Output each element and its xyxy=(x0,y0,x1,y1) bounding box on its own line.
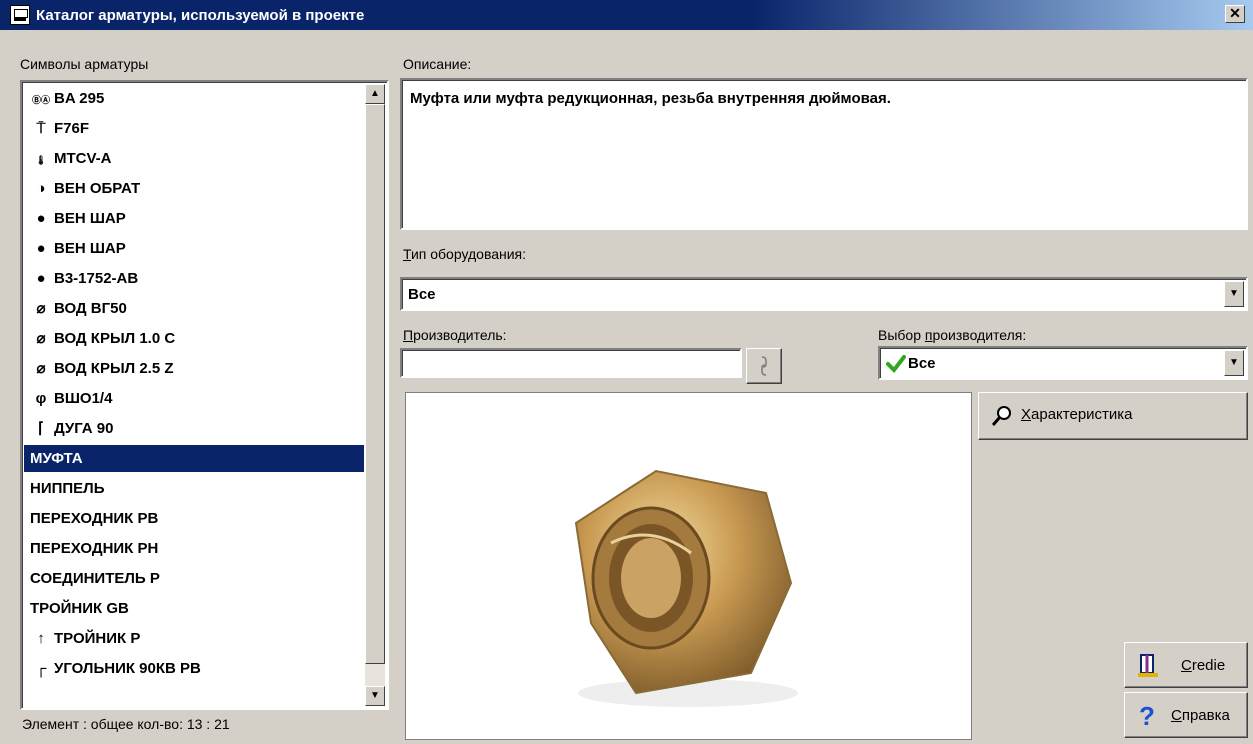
product-image xyxy=(405,392,972,740)
tee-icon: ↑ xyxy=(37,630,45,647)
list-item-label: ВЕН ШАР xyxy=(54,210,126,227)
credie-icon xyxy=(1138,654,1158,677)
help-button[interactable]: ? Справка xyxy=(1124,692,1248,738)
list-item-label: ВЕН ШАР xyxy=(54,240,126,257)
list-item[interactable]: СОЕДИНИТЕЛЬ Р xyxy=(24,565,364,592)
scroll-up-button[interactable]: ▲ xyxy=(365,84,385,104)
list-item[interactable]: 🌡 MTCV-A xyxy=(24,145,364,172)
symbols-label: Символы арматуры xyxy=(20,56,149,72)
title-bar[interactable]: Каталог арматуры, используемой в проекте… xyxy=(0,0,1253,30)
manufacturer-input[interactable] xyxy=(400,348,742,378)
fitting-icon: φ xyxy=(35,390,47,407)
list-item[interactable]: φ ВШО1/4 xyxy=(24,385,364,412)
list-item-label: ВОД КРЫЛ 1.0 С xyxy=(54,330,176,347)
list-item-label: ПЕРЕХОДНИК РВ xyxy=(30,510,159,527)
angle-icon: ┌ xyxy=(35,660,47,677)
list-item[interactable]: НИППЕЛЬ xyxy=(24,475,364,502)
ba-circle-icon: ⒷⒶ xyxy=(31,95,50,105)
valve-t-icon: ⍑ xyxy=(36,120,46,137)
chain-link-icon xyxy=(761,356,767,376)
list-item[interactable]: ↑ ТРОЙНИК Р xyxy=(24,625,364,652)
equipment-type-value: Все xyxy=(408,286,436,303)
list-item[interactable]: ПЕРЕХОДНИК РВ xyxy=(24,505,364,532)
magnifier-icon xyxy=(991,406,1011,426)
equipment-type-label: Тип оборудования: xyxy=(403,246,527,262)
list-item[interactable]: ● ВЕН ШАР xyxy=(24,235,364,262)
list-item[interactable]: ● ВЕН ШАР xyxy=(24,205,364,232)
list-item-label: ДУГА 90 xyxy=(54,420,114,437)
list-item-label: MTCV-A xyxy=(54,150,112,167)
check-valve-icon: ◑ xyxy=(36,180,46,197)
elbow-icon: ⌈ xyxy=(38,420,44,437)
list-item[interactable]: ● В3-1752-АВ xyxy=(24,265,364,292)
close-button[interactable]: ✕ xyxy=(1225,5,1245,23)
equipment-type-select[interactable]: Все ▼ xyxy=(400,277,1248,311)
manufacturer-choice-value: Все xyxy=(908,355,936,372)
help-label: Справка xyxy=(1171,707,1230,724)
list-item-label: В3-1752-АВ xyxy=(54,270,139,287)
list-item[interactable]: ⌀ ВОД ВГ50 xyxy=(24,295,364,322)
list-item[interactable]: ◑ ВЕН ОБРАТ xyxy=(24,175,364,202)
list-item[interactable]: ПЕРЕХОДНИК РН xyxy=(24,535,364,562)
description-field[interactable]: Муфта или муфта редукционная, резьба вну… xyxy=(400,78,1248,230)
window-title: Каталог арматуры, используемой в проекте xyxy=(36,7,365,24)
list-item[interactable]: ┌ УГОЛЬНИК 90КВ РВ xyxy=(24,655,364,682)
list-item-label: BA 295 xyxy=(54,90,105,107)
water-meter-icon: ⌀ xyxy=(36,360,46,377)
list-item-label: ТРОЙНИК Р xyxy=(54,630,141,647)
app-icon xyxy=(10,5,30,25)
help-icon: ? xyxy=(1139,701,1155,731)
manufacturer-choice-select[interactable]: Все ▼ xyxy=(878,346,1248,380)
scroll-down-button[interactable]: ▼ xyxy=(365,686,385,706)
ball-valve-icon: ● xyxy=(36,210,46,227)
characteristics-button[interactable]: Характеристика xyxy=(978,392,1248,440)
list-item-label: ВОД КРЫЛ 2.5 Z xyxy=(54,360,174,377)
list-scrollbar[interactable]: ▲ ▼ xyxy=(365,84,385,706)
list-item[interactable]: МУФТА xyxy=(24,445,364,472)
list-item-label: МУФТА xyxy=(30,450,83,467)
list-item-label: НИППЕЛЬ xyxy=(30,480,105,497)
list-item-label: F76F xyxy=(54,120,90,137)
scroll-thumb[interactable] xyxy=(365,104,385,664)
list-item-label: ТРОЙНИК GB xyxy=(30,600,129,617)
list-item-label: ВОД ВГ50 xyxy=(54,300,127,317)
list-item[interactable]: ТРОЙНИК GB xyxy=(24,595,364,622)
characteristics-label: Характеристика xyxy=(1021,406,1133,423)
status-count: Элемент : общее кол-во: 13 : 21 xyxy=(22,716,230,732)
water-meter-icon: ⌀ xyxy=(36,300,46,317)
list-item[interactable]: ⒷⒶ BA 295 xyxy=(24,85,364,112)
credie-label: Credie xyxy=(1181,657,1226,674)
symbols-list[interactable]: ┌ УГОЛЬНИК 90КВ РВ ↑ ТРОЙНИК Р ТРОЙНИК GB СОЕ… xyxy=(20,80,389,710)
chevron-down-icon[interactable]: ▼ xyxy=(1224,281,1244,307)
list-item-label: УГОЛЬНИК 90КВ РВ xyxy=(54,660,201,677)
manufacturer-label: Производитель: xyxy=(403,327,507,343)
manufacturer-choice-label: Выбор производителя: xyxy=(878,327,1027,343)
manufacturer-lookup-button[interactable] xyxy=(746,348,782,384)
credie-button[interactable]: Credie xyxy=(1124,642,1248,688)
list-item[interactable]: ⌀ ВОД КРЫЛ 2.5 Z xyxy=(24,355,364,382)
list-item-label: ПЕРЕХОДНИК РН xyxy=(30,540,159,557)
chevron-down-icon[interactable]: ▼ xyxy=(1224,350,1244,376)
thermostat-icon: 🌡 xyxy=(35,155,47,165)
description-label: Описание: xyxy=(403,56,472,72)
list-item[interactable]: ⌀ ВОД КРЫЛ 1.0 С xyxy=(24,325,364,352)
list-item-label: СОЕДИНИТЕЛЬ Р xyxy=(30,570,160,587)
coupling-image xyxy=(574,469,798,707)
list-item[interactable]: ⌈ ДУГА 90 xyxy=(24,415,364,442)
water-meter-icon: ⌀ xyxy=(36,330,46,347)
list-item[interactable]: ⍑ F76F xyxy=(24,115,364,142)
list-item-label: ВШО1/4 xyxy=(54,390,113,407)
ball-valve-icon: ● xyxy=(36,240,46,257)
list-item-label: ВЕН ОБРАТ xyxy=(54,180,141,197)
ball-valve-handle-icon: ● xyxy=(36,270,46,287)
check-icon xyxy=(886,355,906,374)
